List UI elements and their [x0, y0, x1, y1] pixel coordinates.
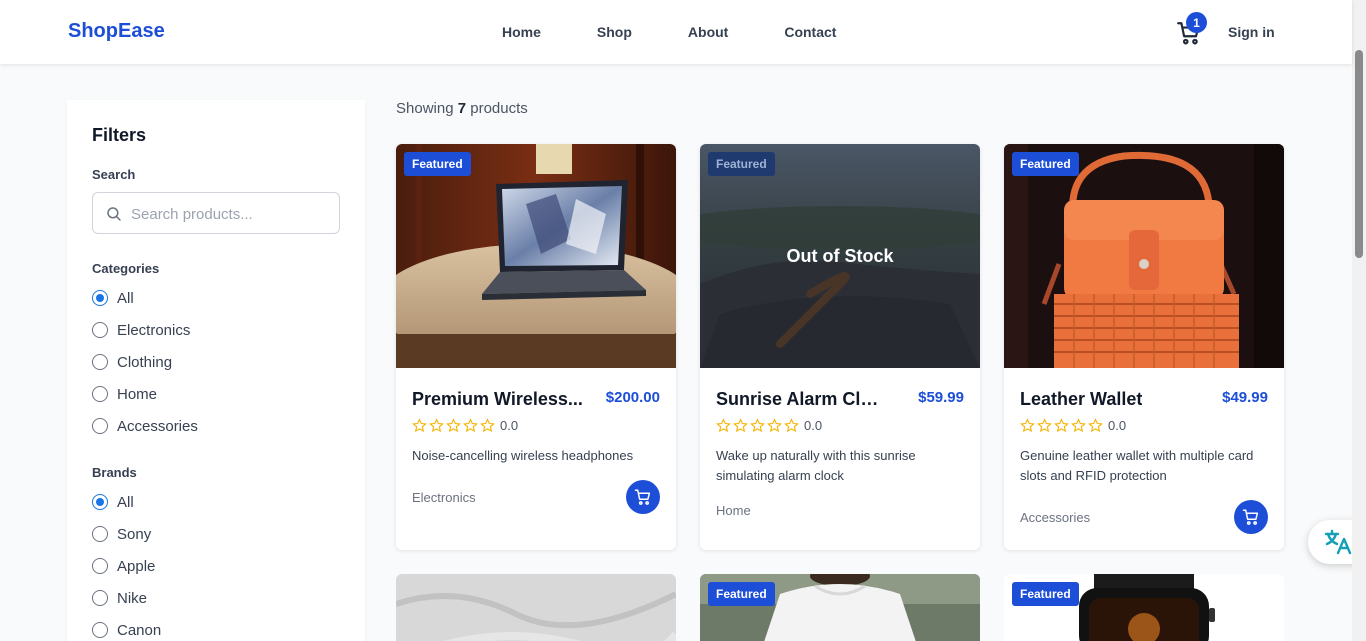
- radio-button[interactable]: [92, 558, 108, 574]
- star-outline-icon: [1020, 418, 1035, 433]
- star-rating: 0.0: [412, 418, 518, 433]
- results-count: Showing 7 products: [396, 100, 528, 117]
- product-name[interactable]: Premium Wireless...: [412, 389, 583, 410]
- star-outline-icon: [1071, 418, 1086, 433]
- nav-shop[interactable]: Shop: [597, 24, 632, 40]
- out-of-stock-overlay: Out of Stock: [700, 144, 980, 368]
- add-to-cart-button[interactable]: [626, 480, 660, 514]
- product-card[interactable]: Out of Stock Featured Sunrise Alarm Cloc…: [700, 144, 980, 550]
- cart-count-badge: 1: [1186, 12, 1207, 33]
- product-description: Genuine leather wallet with multiple car…: [1020, 448, 1254, 483]
- brand-option-canon[interactable]: Canon: [92, 620, 161, 640]
- star-rating: 0.0: [716, 418, 822, 433]
- radio-button[interactable]: [92, 494, 108, 510]
- product-price: $200.00: [605, 389, 660, 406]
- radio-button[interactable]: [92, 590, 108, 606]
- brand-option-all[interactable]: All: [92, 492, 134, 512]
- star-outline-icon: [412, 418, 427, 433]
- product-card[interactable]: Featured: [1004, 574, 1284, 641]
- search-field[interactable]: [92, 192, 340, 234]
- star-outline-icon: [733, 418, 748, 433]
- sign-in-link[interactable]: Sign in: [1228, 24, 1275, 40]
- filters-sidebar: Filters Search Categories All Electronic…: [67, 100, 365, 641]
- radio-button[interactable]: [92, 290, 108, 306]
- main-nav: Home Shop About Contact: [502, 24, 892, 40]
- filters-title: Filters: [92, 125, 147, 145]
- scrollbar-thumb[interactable]: [1355, 50, 1363, 258]
- search-label: Search: [92, 167, 136, 182]
- star-outline-icon: [429, 418, 444, 433]
- featured-badge: Featured: [404, 152, 471, 176]
- radio-button[interactable]: [92, 526, 108, 542]
- featured-badge: Featured: [1012, 582, 1079, 606]
- featured-badge: Featured: [708, 152, 775, 176]
- product-card[interactable]: Featured Leather Wallet $49.99 0.0 Genui…: [1004, 144, 1284, 550]
- star-outline-icon: [750, 418, 765, 433]
- product-card[interactable]: [396, 574, 676, 641]
- add-to-cart-icon: [1242, 509, 1259, 525]
- product-image-laptop: [396, 144, 676, 368]
- product-card[interactable]: Featured Premium Wireless... $200.00 0.0…: [396, 144, 676, 550]
- add-to-cart-icon: [634, 489, 651, 505]
- star-outline-icon: [463, 418, 478, 433]
- product-name[interactable]: Sunrise Alarm Clock: [716, 389, 888, 410]
- page-scrollbar[interactable]: [1352, 0, 1366, 641]
- brand-option-nike[interactable]: Nike: [92, 588, 147, 608]
- product-image-wallet: [1004, 144, 1284, 368]
- brand-option-sony[interactable]: Sony: [92, 524, 151, 544]
- product-name[interactable]: Leather Wallet: [1020, 389, 1142, 410]
- nav-about[interactable]: About: [688, 24, 728, 40]
- product-description: Wake up naturally with this sunrise simu…: [716, 448, 916, 483]
- product-description: Noise-cancelling wireless headphones: [412, 448, 634, 463]
- product-card[interactable]: Featured: [700, 574, 980, 641]
- category-option-electronics[interactable]: Electronics: [92, 320, 190, 340]
- product-image-marble: [396, 574, 676, 641]
- star-outline-icon: [784, 418, 799, 433]
- logo[interactable]: ShopEase: [68, 20, 165, 43]
- category-option-accessories[interactable]: Accessories: [92, 416, 198, 436]
- product-price: $49.99: [1222, 389, 1268, 406]
- radio-button[interactable]: [92, 322, 108, 338]
- product-price: $59.99: [918, 389, 964, 406]
- top-header: ShopEase Home Shop About Contact 1 Sign …: [0, 0, 1352, 64]
- categories-label: Categories: [92, 261, 160, 276]
- star-outline-icon: [716, 418, 731, 433]
- star-outline-icon: [446, 418, 461, 433]
- star-outline-icon: [767, 418, 782, 433]
- featured-badge: Featured: [1012, 152, 1079, 176]
- rating-value: 0.0: [500, 418, 519, 433]
- radio-button[interactable]: [92, 386, 108, 402]
- nav-contact[interactable]: Contact: [784, 24, 836, 40]
- product-category: Accessories: [1020, 510, 1091, 525]
- category-option-home[interactable]: Home: [92, 384, 157, 404]
- product-category: Home: [716, 503, 751, 518]
- star-rating: 0.0: [1020, 418, 1126, 433]
- add-to-cart-button[interactable]: [1234, 500, 1268, 534]
- star-outline-icon: [1088, 418, 1103, 433]
- category-option-all[interactable]: All: [92, 288, 134, 308]
- product-category: Electronics: [412, 490, 476, 505]
- radio-button[interactable]: [92, 354, 108, 370]
- category-option-clothing[interactable]: Clothing: [92, 352, 172, 372]
- star-outline-icon: [1054, 418, 1069, 433]
- rating-value: 0.0: [1108, 418, 1127, 433]
- star-outline-icon: [1037, 418, 1052, 433]
- rating-value: 0.0: [804, 418, 823, 433]
- search-icon: [107, 207, 121, 221]
- brand-option-apple[interactable]: Apple: [92, 556, 155, 576]
- search-input[interactable]: [131, 202, 331, 226]
- nav-home[interactable]: Home: [502, 24, 541, 40]
- brands-label: Brands: [92, 465, 137, 480]
- featured-badge: Featured: [708, 582, 775, 606]
- radio-button[interactable]: [92, 622, 108, 638]
- star-outline-icon: [480, 418, 495, 433]
- radio-button[interactable]: [92, 418, 108, 434]
- translate-icon: [1324, 529, 1352, 555]
